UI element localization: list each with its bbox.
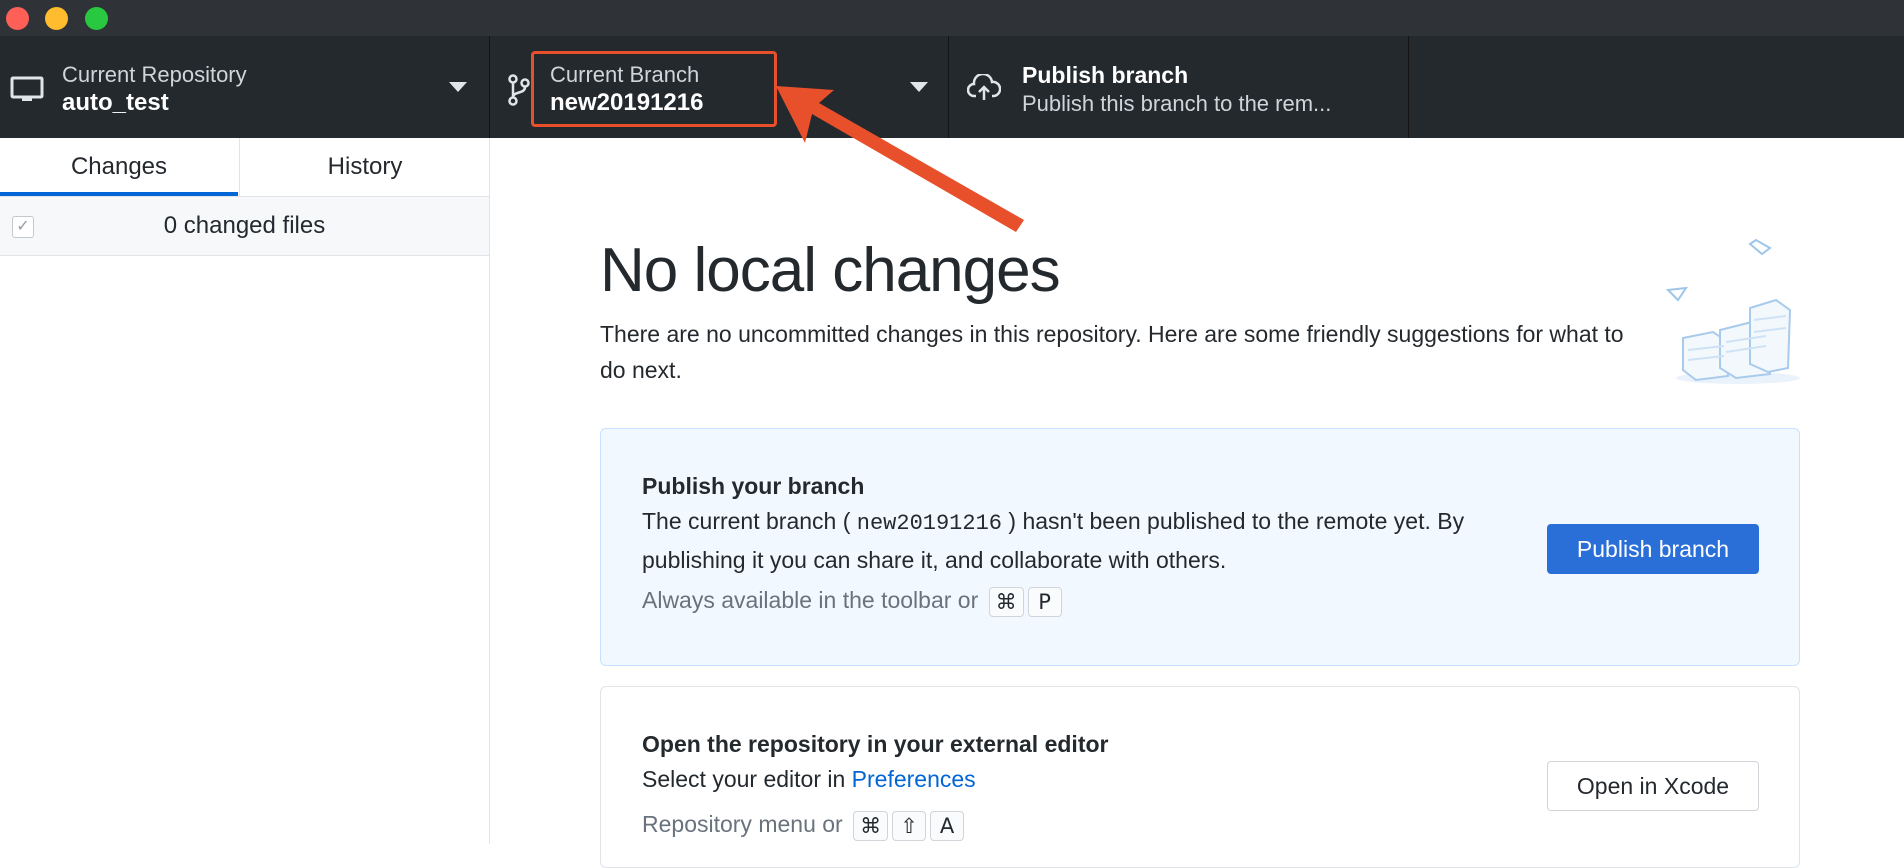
command-key: ⌘ [988, 587, 1024, 617]
cloud-upload-icon [967, 74, 1001, 100]
minimize-window-button[interactable] [45, 7, 68, 30]
window-titlebar [0, 0, 1904, 36]
close-window-button[interactable] [6, 7, 29, 30]
chevron-down-icon [910, 82, 928, 92]
changed-files-count: 0 changed files [163, 212, 326, 239]
editor-card-body: Select your editor in Preferences [642, 761, 1522, 797]
editor-card-title: Open the repository in your external edi… [642, 731, 1109, 757]
publish-branch-button[interactable]: Publish branch [1547, 524, 1759, 574]
current-repository-button[interactable]: Current Repository auto_test [0, 36, 490, 138]
editor-card-hint-text: Repository menu or [642, 811, 843, 838]
publish-card-hint-text: Always available in the toolbar or [642, 587, 979, 614]
current-repository-label: Current Repository [62, 62, 247, 87]
branch-highlight-annotation [531, 51, 777, 127]
editor-card-body-text: Select your editor in [642, 766, 846, 792]
editor-card-hint: Repository menu or ⌘ ⇧ A [642, 811, 965, 841]
main-content: No local changes There are no uncommitte… [490, 138, 1904, 868]
publish-card-branch-name: new20191216 [856, 511, 1002, 536]
page-subtitle: There are no uncommitted changes in this… [600, 321, 1624, 383]
computer-icon [10, 76, 44, 101]
empty-state-illustration [1665, 238, 1800, 384]
open-in-xcode-button[interactable]: Open in Xcode [1547, 761, 1759, 811]
command-key: ⌘ [853, 811, 889, 841]
preferences-link[interactable]: Preferences [852, 766, 976, 792]
publish-branch-toolbar-button[interactable]: Publish branch Publish this branch to th… [949, 36, 1409, 138]
publish-card-body-start: The current branch ( [642, 508, 851, 534]
chevron-down-icon [449, 82, 467, 92]
open-editor-card: Open the repository in your external edi… [600, 686, 1800, 868]
git-branch-icon [508, 74, 530, 106]
a-key: A [930, 811, 965, 841]
zoom-window-button[interactable] [85, 7, 108, 30]
sidebar: Changes History ✓ 0 changed files [0, 138, 490, 844]
publish-card-hint: Always available in the toolbar or ⌘ P [642, 587, 1062, 617]
publish-card-body: The current branch ( new20191216 ) hasn'… [642, 503, 1522, 578]
changed-files-header: ✓ 0 changed files [0, 197, 489, 256]
tab-history[interactable]: History [239, 138, 490, 196]
tab-changes[interactable]: Changes [0, 138, 238, 196]
publish-card-title: Publish your branch [642, 473, 865, 499]
page-title: No local changes [600, 236, 1061, 305]
sidebar-tabs: Changes History [0, 138, 489, 197]
p-key: P [1027, 587, 1062, 617]
publish-branch-title: Publish branch [1022, 62, 1189, 88]
publish-branch-description: Publish this branch to the rem... [1022, 91, 1332, 116]
shift-key: ⇧ [892, 811, 927, 841]
current-repository-value: auto_test [62, 89, 169, 116]
app-toolbar: Current Repository auto_test Current Bra… [0, 36, 1904, 138]
publish-branch-card: Publish your branch The current branch (… [600, 428, 1800, 666]
